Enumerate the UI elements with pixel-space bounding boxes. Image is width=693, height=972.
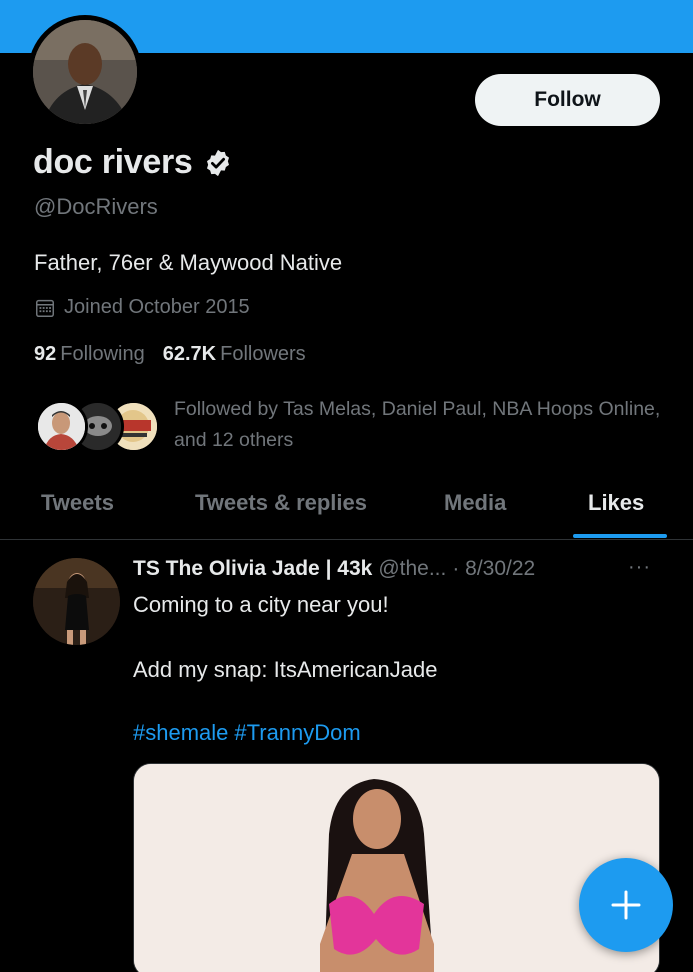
plus-icon xyxy=(611,890,641,920)
active-tab-indicator xyxy=(573,534,667,538)
calendar-icon xyxy=(36,299,54,317)
following-link[interactable]: 92 Following xyxy=(34,343,145,366)
tab-likes[interactable]: Likes xyxy=(588,490,644,516)
hashtag-link[interactable]: #TrannyDom xyxy=(234,720,360,745)
hashtag-link[interactable]: #shemale xyxy=(133,720,228,745)
compose-tweet-button[interactable] xyxy=(579,858,673,952)
tab-media[interactable]: Media xyxy=(444,490,506,516)
tweet-media-image[interactable] xyxy=(133,763,660,972)
joined-date: Joined October 2015 xyxy=(34,296,250,319)
tweet-text-line: Coming to a city near you! xyxy=(133,592,389,617)
profile-tabs: Tweets Tweets & replies Media Likes xyxy=(0,478,693,540)
profile-handle: @DocRivers xyxy=(34,194,158,219)
followers-label: Followers xyxy=(220,343,306,365)
profile-avatar[interactable] xyxy=(28,15,142,129)
profile-name-row: doc rivers xyxy=(33,143,233,182)
profile-stats: 92 Following 62.7K Followers xyxy=(34,343,324,366)
follower-avatar xyxy=(35,400,88,453)
tweet-header: TS The Olivia Jade | 43k @the... · 8/30/… xyxy=(133,557,535,581)
more-options-icon[interactable]: ··· xyxy=(628,556,651,579)
verified-badge-icon xyxy=(206,149,229,176)
followers-link[interactable]: 62.7K Followers xyxy=(163,343,306,366)
tab-tweets-replies[interactable]: Tweets & replies xyxy=(195,490,367,516)
tweet-text-line: Add my snap: ItsAmericanJade xyxy=(133,657,438,682)
tweet-author-handle[interactable]: @the... xyxy=(378,557,446,581)
followed-by-avatars[interactable] xyxy=(35,400,160,455)
following-count: 92 xyxy=(34,343,57,365)
tweet-author-avatar[interactable] xyxy=(33,558,120,645)
display-name: doc rivers xyxy=(33,143,193,181)
following-label: Following xyxy=(60,343,145,365)
tweet-date[interactable]: · 8/30/22 xyxy=(452,557,535,581)
follow-button[interactable]: Follow xyxy=(475,74,660,126)
followed-by-text[interactable]: Followed by Tas Melas, Daniel Paul, NBA … xyxy=(174,394,664,456)
joined-text: Joined October 2015 xyxy=(64,296,250,318)
tab-tweets[interactable]: Tweets xyxy=(41,490,114,516)
tweet-author-name[interactable]: TS The Olivia Jade | 43k xyxy=(133,557,372,581)
profile-bio: Father, 76er & Maywood Native xyxy=(34,250,343,275)
followers-count: 62.7K xyxy=(162,343,217,365)
tweet-hashtags: #shemale #TrannyDom xyxy=(133,720,367,746)
